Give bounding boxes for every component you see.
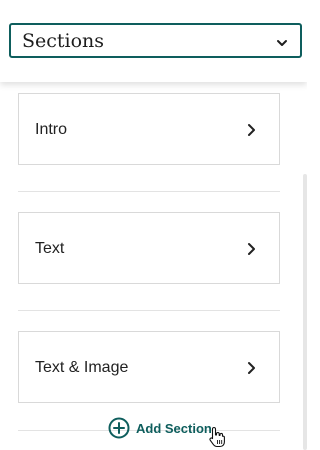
section-item-text[interactable]: Text	[18, 212, 280, 284]
sections-dropdown-label: Sections	[22, 30, 105, 52]
add-section-label: Add Section	[136, 420, 212, 436]
section-item-intro[interactable]: Intro	[18, 93, 280, 165]
sections-panel: Sections Intro Text Text & Image Add Sec…	[0, 0, 307, 450]
sections-dropdown[interactable]: Sections	[9, 23, 302, 58]
chevron-down-icon	[277, 40, 287, 46]
divider	[18, 191, 280, 192]
scrollbar-thumb[interactable]	[303, 174, 307, 450]
panel-header: Sections	[0, 0, 307, 82]
plus-circle-icon	[108, 417, 130, 439]
hand-pointer-icon	[209, 426, 225, 448]
section-item-label: Text & Image	[35, 359, 129, 376]
section-item-label: Text	[35, 240, 65, 257]
section-item-label: Intro	[35, 121, 68, 138]
divider	[18, 310, 280, 311]
chevron-right-icon	[248, 124, 255, 136]
section-item-text-image[interactable]: Text & Image	[18, 331, 280, 403]
chevron-right-icon	[248, 362, 255, 374]
section-list: Intro Text Text & Image Add Section	[0, 82, 307, 450]
add-section-button[interactable]: Add Section	[108, 417, 212, 439]
chevron-right-icon	[248, 243, 255, 255]
